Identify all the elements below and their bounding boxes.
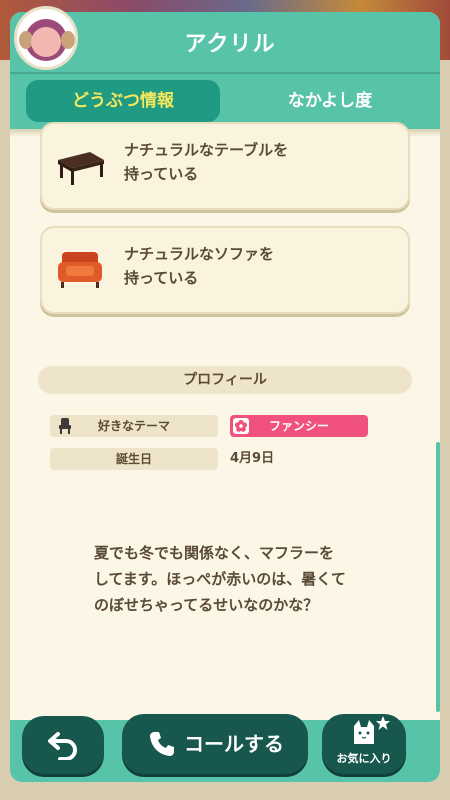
favorite-label: お気に入り — [336, 752, 392, 765]
avatar-horn-right — [61, 31, 75, 49]
birthday-label: 誕生日 — [50, 448, 218, 470]
header-divider — [10, 72, 440, 74]
chair-icon — [59, 418, 71, 434]
table-icon — [58, 152, 104, 185]
villager-info-panel: アクリル どうぶつ情報 なかよし度 ナチュラルなテーブルを 持っている ナチュラ… — [10, 12, 440, 782]
tab-animal-info[interactable]: どうぶつ情報 — [26, 80, 220, 122]
profile-header: プロフィール — [38, 366, 412, 394]
favorite-theme-label: 好きなテーマ — [50, 415, 218, 437]
item-label-line1: ナチュラルなテーブルを — [124, 141, 289, 159]
call-label: コールする — [184, 732, 284, 756]
item-label: ナチュラルなソファを 持っている — [124, 242, 394, 290]
birthday-value: 4月9日 — [230, 451, 275, 466]
call-button[interactable]: コールする — [122, 714, 308, 774]
villager-bio: 夏でも冬でも関係なく、マフラーを してます。ほっぺが赤いのは、暑くて のぼせちゃ… — [94, 540, 394, 618]
back-button[interactable] — [22, 716, 104, 774]
item-label-line2: 持っている — [124, 269, 199, 287]
tab-friendship[interactable]: なかよし度 — [240, 80, 420, 122]
favorite-theme-value-text: ファンシー — [268, 419, 329, 433]
bio-line: してます。ほっぺが赤いのは、暑くて — [94, 570, 346, 588]
item-label-line2: 持っている — [124, 165, 199, 183]
item-card-sofa: ナチュラルなソファを 持っている — [40, 226, 410, 314]
item-label-line1: ナチュラルなソファを — [124, 245, 275, 263]
item-card-table: ナチュラルなテーブルを 持っている — [40, 122, 410, 210]
back-arrow-icon — [48, 732, 77, 760]
bio-line: のぼせちゃってるせいなのかな？ — [94, 596, 319, 614]
scrollbar[interactable] — [436, 442, 440, 712]
cat-icon — [354, 720, 374, 744]
star-icon — [376, 716, 390, 730]
favorite-button[interactable]: お気に入り — [322, 714, 406, 774]
item-label: ナチュラルなテーブルを 持っている — [124, 138, 394, 186]
phone-icon — [150, 732, 174, 756]
avatar-face — [31, 27, 61, 57]
villager-name: アクリル — [184, 32, 276, 57]
bio-line: 夏でも冬でも関係なく、マフラーを — [94, 544, 335, 562]
flower-icon — [233, 418, 249, 434]
favorite-theme-label-text: 好きなテーマ — [97, 419, 170, 433]
villager-avatar — [14, 6, 78, 70]
sofa-icon — [58, 252, 102, 288]
favorite-theme-value: ファンシー — [230, 415, 368, 437]
